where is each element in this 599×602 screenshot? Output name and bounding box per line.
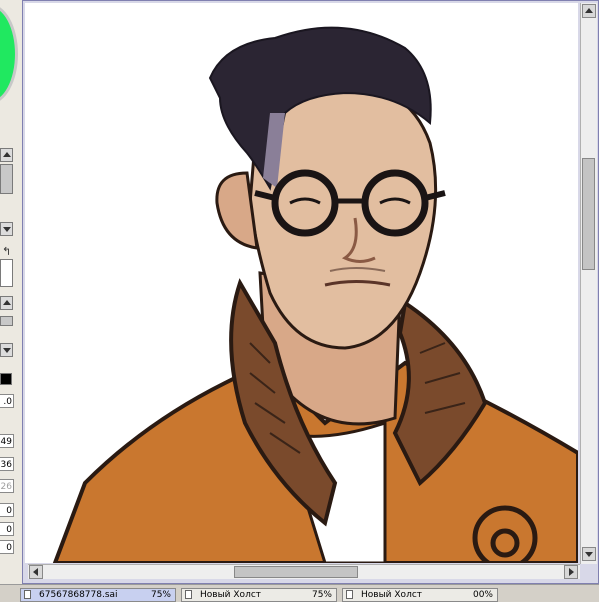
primary-color-swatch[interactable] xyxy=(0,373,12,385)
value-field[interactable]: 49 xyxy=(0,434,14,448)
document-tab[interactable]: 67567868778.sai 75% xyxy=(20,588,176,602)
color-wheel[interactable] xyxy=(0,4,18,104)
secondary-color-swatch[interactable] xyxy=(0,259,13,287)
scroll-right-arrow-icon[interactable] xyxy=(564,565,578,579)
document-tab-bar: 67567868778.sai 75% Новый Холст 75% Новы… xyxy=(0,584,599,602)
vertical-scrollbar[interactable] xyxy=(580,3,597,564)
value-field[interactable]: 0 xyxy=(0,522,14,536)
scroll-down-button[interactable] xyxy=(0,343,13,357)
portrait-illustration xyxy=(52,26,578,563)
tab-name: Новый Холст xyxy=(361,590,423,600)
document-tab[interactable]: Новый Холст 75% xyxy=(181,588,337,602)
document-icon xyxy=(185,590,192,599)
scroll-thumb[interactable] xyxy=(0,316,13,326)
horizontal-scroll-thumb[interactable] xyxy=(234,566,358,578)
value-field[interactable]: 0 xyxy=(0,540,14,554)
vertical-scroll-thumb[interactable] xyxy=(582,158,595,270)
tab-zoom: 75% xyxy=(311,590,332,600)
scroll-up-button[interactable] xyxy=(0,296,13,310)
tab-name: 67567868778.sai xyxy=(39,590,118,600)
document-tab[interactable]: Новый Холст 00% xyxy=(342,588,498,602)
scroll-down-button[interactable] xyxy=(0,222,13,236)
drawing-canvas[interactable] xyxy=(25,3,578,563)
scroll-up-arrow-icon[interactable] xyxy=(582,4,596,18)
scroll-thumb[interactable] xyxy=(0,164,13,194)
value-field[interactable]: 26 xyxy=(0,479,14,493)
value-field[interactable]: .0 xyxy=(0,394,14,408)
scroll-left-arrow-icon[interactable] xyxy=(29,565,43,579)
horizontal-scrollbar[interactable] xyxy=(28,564,580,579)
tool-panel: ↰ .0 49 36 26 0 0 0 xyxy=(0,0,23,584)
scroll-up-button[interactable] xyxy=(0,148,13,162)
value-field[interactable]: 0 xyxy=(0,503,14,517)
swap-colors-icon[interactable]: ↰ xyxy=(2,245,11,258)
document-icon xyxy=(24,590,31,599)
scroll-down-arrow-icon[interactable] xyxy=(582,547,596,561)
document-icon xyxy=(346,590,353,599)
value-field[interactable]: 36 xyxy=(0,457,14,471)
tab-zoom: 00% xyxy=(472,590,493,600)
tab-name: Новый Холст xyxy=(200,590,262,600)
tab-zoom: 75% xyxy=(150,590,171,600)
